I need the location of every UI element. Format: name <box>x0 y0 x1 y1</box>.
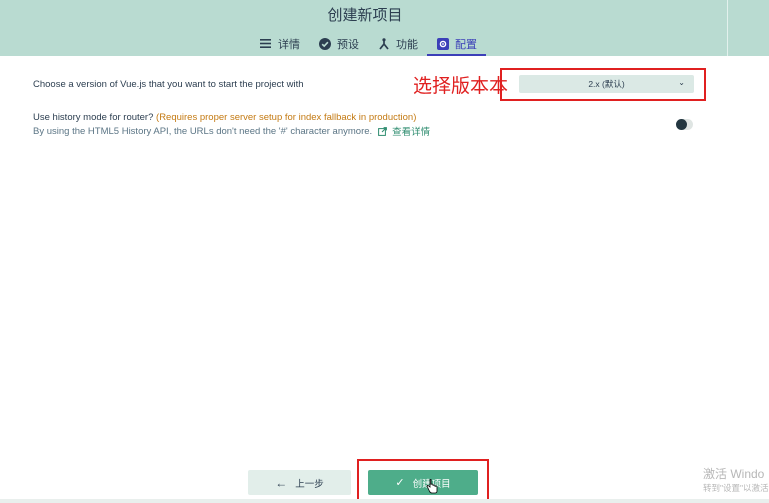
arrow-left-icon: ← <box>275 475 288 490</box>
external-link-icon <box>378 126 388 136</box>
learn-more-label: 查看详情 <box>392 127 431 138</box>
previous-step-button[interactable]: ← 上一步 <box>248 470 351 495</box>
app-window: 创建新项目 详情 预设 功能 配置 Choose a version of Vu… <box>0 0 769 503</box>
tab-bar: 详情 预设 功能 配置 <box>250 33 486 56</box>
previous-step-label: 上一步 <box>295 478 324 490</box>
history-mode-description: By using the HTML5 History API, the URLs… <box>33 124 430 139</box>
gear-square-icon <box>436 37 449 50</box>
bottom-strip <box>0 499 769 503</box>
list-icon <box>259 37 272 50</box>
tab-features-label: 功能 <box>396 38 418 51</box>
history-mode-toggle[interactable] <box>676 119 693 130</box>
tab-features[interactable]: 功能 <box>368 33 427 54</box>
history-mode-warning: (Requires proper server setup for index … <box>156 112 417 123</box>
tab-presets[interactable]: 预设 <box>309 33 368 54</box>
tab-config[interactable]: 配置 <box>427 33 486 56</box>
tab-details[interactable]: 详情 <box>250 33 309 54</box>
toggle-knob <box>676 119 687 130</box>
fork-icon <box>377 37 390 50</box>
tab-config-label: 配置 <box>455 38 477 51</box>
page-title: 创建新项目 <box>327 7 403 24</box>
history-mode-question: Use history mode for router? <box>33 112 154 123</box>
history-mode-desc-text: By using the HTML5 History API, the URLs… <box>33 125 373 137</box>
header: 创建新项目 详情 预设 功能 配置 <box>0 0 769 56</box>
activation-watermark-subtitle: 转到"设置"以激活 <box>703 483 769 493</box>
tab-details-label: 详情 <box>278 38 300 51</box>
header-divider <box>727 0 728 56</box>
annotation-box-version <box>500 68 706 101</box>
vue-version-label: Choose a version of Vue.js that you want… <box>33 79 304 90</box>
history-mode-label: Use history mode for router? (Requires p… <box>33 112 416 123</box>
tab-presets-label: 预设 <box>337 38 359 51</box>
check-circle-icon <box>318 37 331 50</box>
activation-watermark-title: 激活 Windo <box>703 467 765 481</box>
annotation-box-create <box>357 459 489 501</box>
hand-cursor-icon <box>426 478 438 499</box>
learn-more-link[interactable]: 查看详情 <box>378 124 430 138</box>
annotation-version-note: 选择版本本 <box>413 76 509 97</box>
